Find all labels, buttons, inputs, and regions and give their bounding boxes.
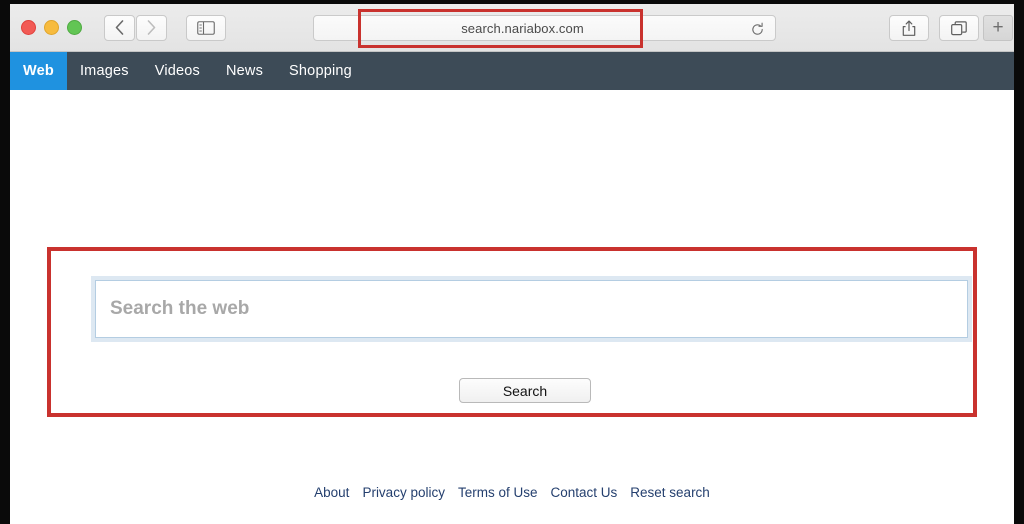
chevron-right-icon [147,20,156,35]
chevron-left-icon [115,20,124,35]
maximize-window-icon[interactable] [67,20,82,35]
nav-item-shopping[interactable]: Shopping [276,52,365,90]
sidebar-icon [197,20,215,35]
nav-item-images[interactable]: Images [67,52,142,90]
minimize-window-icon[interactable] [44,20,59,35]
share-button[interactable] [889,15,929,41]
reload-icon [751,22,763,35]
nav-item-news[interactable]: News [213,52,276,90]
footer-link-about[interactable]: About [314,485,349,500]
back-button[interactable] [104,14,135,41]
footer-link-privacy-policy[interactable]: Privacy policy [362,485,445,500]
tabs-icon [951,20,967,35]
new-tab-button[interactable]: + [983,15,1013,41]
window-controls [21,20,82,35]
close-window-icon[interactable] [21,20,36,35]
toolbar-right-group: + [889,15,1013,41]
url-text: search.nariabox.com [461,20,584,36]
navigation-buttons [104,14,167,41]
search-area-highlight-annotation: Search the web Search [47,247,977,417]
address-bar[interactable]: search.nariabox.com [313,15,776,41]
page-content: Search the web Search About Privacy poli… [10,90,1014,524]
browser-window: search.nariabox.com + Web Images Videos … [10,4,1014,524]
sidebar-toggle-button[interactable] [186,14,226,41]
browser-toolbar: search.nariabox.com + [10,4,1014,52]
share-icon [902,20,916,36]
search-input[interactable]: Search the web [91,276,972,342]
forward-button[interactable] [136,14,167,41]
site-navigation-bar: Web Images Videos News Shopping [10,52,1014,90]
nav-item-web[interactable]: Web [10,52,67,90]
footer-link-reset-search[interactable]: Reset search [630,485,710,500]
screen: search.nariabox.com + Web Images Videos … [0,0,1024,524]
reload-button[interactable] [747,19,767,39]
tab-overview-button[interactable] [939,15,979,41]
footer-links: About Privacy policy Terms of Use Contac… [10,485,1014,500]
search-button[interactable]: Search [459,378,591,403]
nav-item-videos[interactable]: Videos [142,52,213,90]
footer-link-contact-us[interactable]: Contact Us [551,485,618,500]
footer-link-terms-of-use[interactable]: Terms of Use [458,485,538,500]
